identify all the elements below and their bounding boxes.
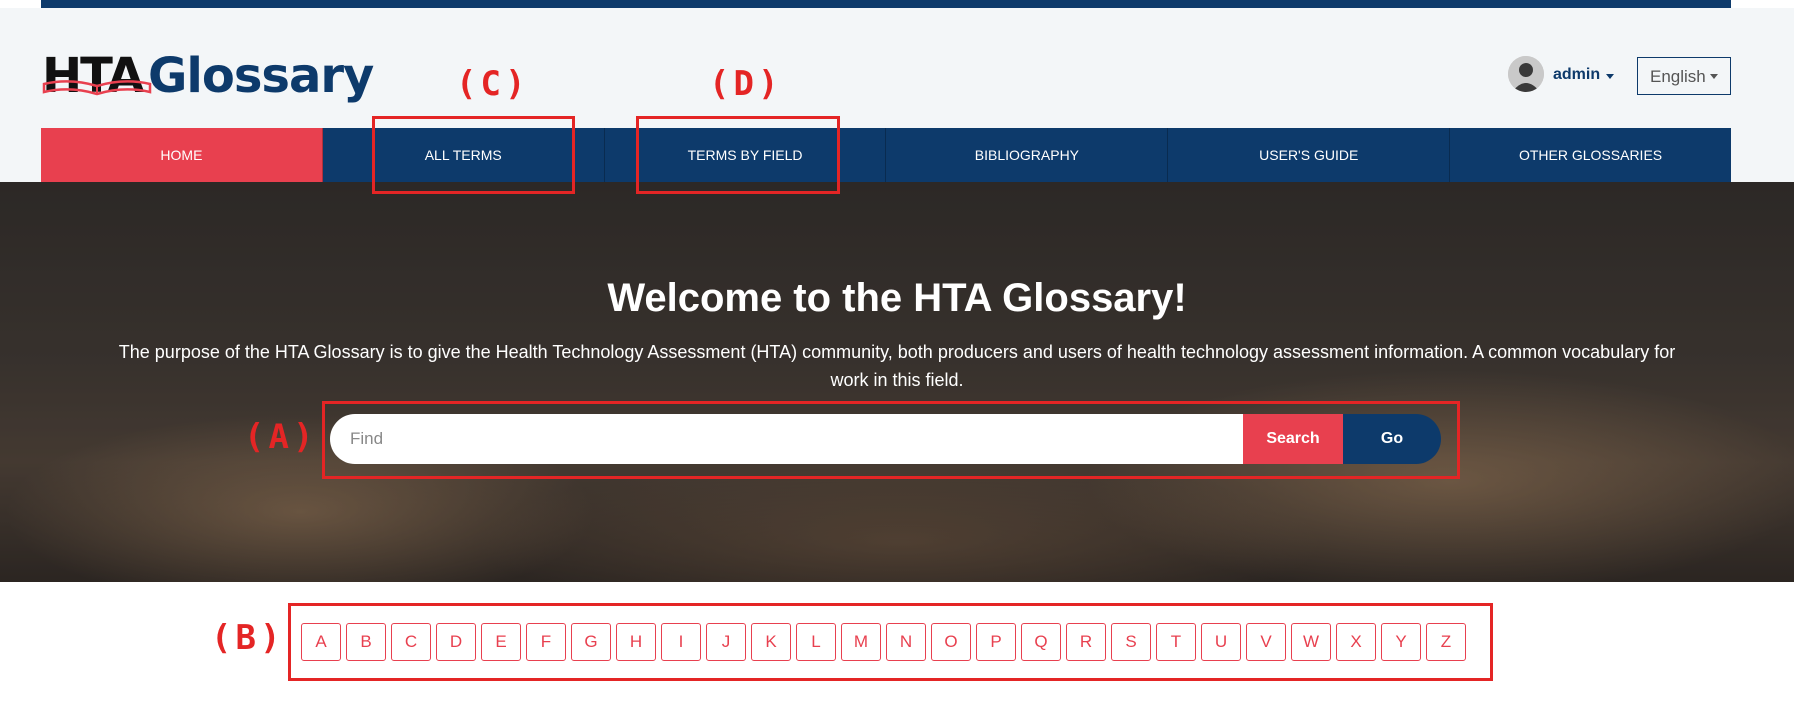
top-accent-strip <box>41 0 1731 8</box>
user-menu-toggle[interactable]: admin <box>1553 66 1600 84</box>
open-book-icon <box>42 80 152 96</box>
user-avatar[interactable] <box>1508 56 1544 92</box>
chevron-down-icon <box>1710 74 1718 79</box>
annotation-box-c <box>372 116 575 194</box>
nav-item-bibliography[interactable]: BIBLIOGRAPHY <box>886 128 1169 182</box>
annotation-box-d <box>636 116 840 194</box>
logo-text-glossary: Glossary <box>148 48 374 104</box>
annotation-label-d: (D) <box>709 64 783 104</box>
user-silhouette-icon <box>1508 56 1544 92</box>
annotation-label-a: (A) <box>244 417 318 457</box>
nav-item-other-glossaries[interactable]: OTHER GLOSSARIES <box>1450 128 1731 182</box>
language-selected-value: English <box>1650 67 1706 86</box>
nav-item-home[interactable]: HOME <box>41 128 323 182</box>
hero-description: The purpose of the HTA Glossary is to gi… <box>118 342 1676 390</box>
hero-title: Welcome to the HTA Glossary! <box>607 276 1187 320</box>
hero-banner: Welcome to the HTA Glossary! The purpose… <box>0 182 1794 582</box>
main-navigation: HOME ALL TERMS TERMS BY FIELD BIBLIOGRAP… <box>41 128 1731 182</box>
annotation-label-b: (B) <box>211 618 285 658</box>
annotation-label-c: (C) <box>456 64 530 104</box>
chevron-down-icon <box>1606 74 1614 79</box>
annotation-box-a <box>322 401 1460 479</box>
annotation-box-b <box>288 603 1493 681</box>
nav-item-users-guide[interactable]: USER'S GUIDE <box>1168 128 1451 182</box>
hta-glossary-logo[interactable]: HTA Glossary <box>42 48 374 108</box>
